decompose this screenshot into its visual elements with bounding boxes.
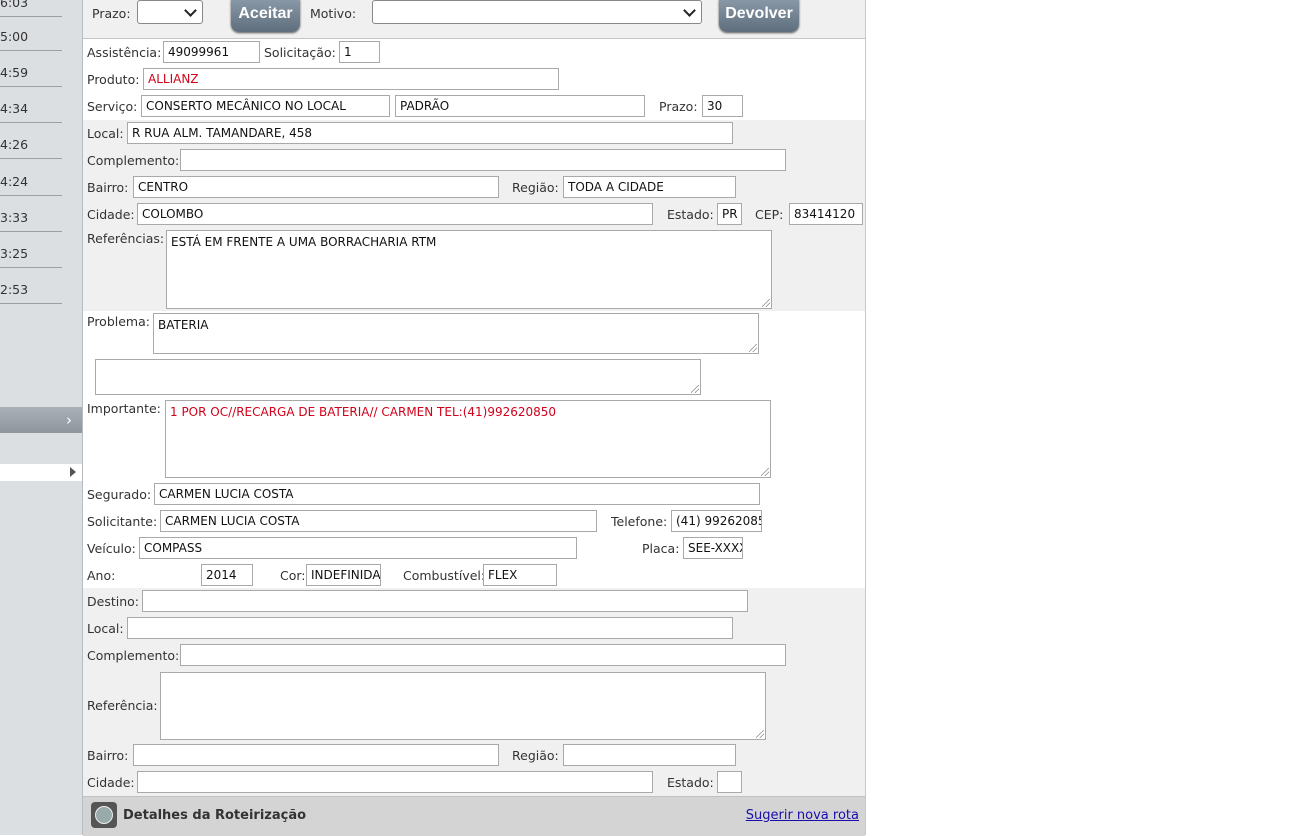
list-item[interactable]: 5:00 [0,24,62,51]
cor-label: Cor: [280,568,306,583]
referencias-text: ESTÁ EM FRENTE A UMA BORRACHARIA RTM [171,235,437,249]
assistencia-label: Assistência: [87,45,162,60]
destino-bairro-label: Bairro: [87,748,129,763]
servico-field[interactable]: CONSERTO MECÂNICO NO LOCAL [141,95,390,117]
estado-label: Estado: [667,207,714,222]
regiao-label: Região: [512,180,559,195]
accept-button[interactable]: Aceitar [231,0,300,32]
solicitacao-field[interactable]: 1 [339,41,380,63]
destino-referencia-textarea[interactable] [160,672,766,740]
referencias-label: Referências: [87,231,165,246]
destino-regiao-label: Região: [512,748,559,763]
resize-grip-icon[interactable] [761,468,769,476]
destino-label: Destino: [87,594,139,609]
prazo-label: Prazo: [92,6,131,21]
globe-icon [91,802,117,828]
list-item[interactable]: 4:26 [0,132,62,159]
destino-complemento-label: Complemento: [87,648,180,663]
destino-estado-field[interactable] [717,771,742,793]
destino-bairro-field[interactable] [133,744,499,766]
servico-type-field[interactable]: PADRÃO [395,95,645,117]
problema-label: Problema: [87,314,150,329]
complemento-field[interactable] [180,149,786,171]
chevron-down-icon [184,4,197,17]
chevron-down-icon [683,4,696,17]
veiculo-label: Veículo: [87,541,136,556]
list-item[interactable]: 4:59 [0,60,62,87]
cep-field[interactable]: 83414120 [789,203,863,225]
referencias-textarea[interactable]: ESTÁ EM FRENTE A UMA BORRACHARIA RTM [166,230,772,309]
placa-field[interactable]: SEE-XXXX [683,537,743,559]
resize-grip-icon[interactable] [762,299,770,307]
placa-label: Placa: [642,541,680,556]
combustivel-field[interactable]: FLEX [483,564,557,586]
return-button[interactable]: Devolver [719,0,799,32]
prazo-select[interactable] [137,0,203,24]
destino-regiao-field[interactable] [563,744,736,766]
destino-complemento-field[interactable] [180,644,786,666]
ano-field[interactable]: 2014 [201,564,253,586]
solicitante-label: Solicitante: [87,514,158,529]
routing-details-title: Detalhes da Roteirização [123,808,307,823]
prazo-field[interactable]: 30 [702,95,743,117]
prazo-field-label: Prazo: [659,99,698,114]
importante-text: 1 POR OC//RECARGA DE BATERIA// CARMEN TE… [170,405,557,419]
solicitacao-label: Solicitação: [264,45,336,60]
destino-estado-label: Estado: [667,775,714,790]
local-field[interactable]: R RUA ALM. TAMANDARE, 458 [127,122,733,144]
sidebar-expand-row[interactable] [0,464,82,481]
combustivel-label: Combustível: [403,568,486,583]
complemento-label: Complemento: [87,153,180,168]
destino-local-label: Local: [87,621,124,636]
local-label: Local: [87,126,124,141]
servico-label: Serviço: [87,99,138,114]
regiao-field[interactable]: TODA A CIDADE [563,176,736,198]
list-item[interactable]: 4:24 [0,169,62,196]
suggest-route-link[interactable]: Sugerir nova rota [746,808,859,823]
destino-referencia-label: Referência: [87,698,158,713]
list-item[interactable]: 2:53 [0,277,62,304]
list-item[interactable]: 6:03 [0,0,62,17]
bairro-label: Bairro: [87,180,129,195]
segurado-field[interactable]: CARMEN LUCIA COSTA [154,483,760,505]
list-item[interactable]: 4:34 [0,96,62,123]
produto-label: Produto: [87,72,140,87]
destino-local-field[interactable] [127,617,733,639]
segurado-label: Segurado: [87,487,152,502]
bairro-field[interactable]: CENTRO [133,176,499,198]
cor-field[interactable]: INDEFINIDA [306,564,381,586]
destino-cidade-label: Cidade: [87,775,135,790]
destino-field[interactable] [142,590,748,612]
cidade-label: Cidade: [87,207,135,222]
importante-textarea[interactable]: 1 POR OC//RECARGA DE BATERIA// CARMEN TE… [165,400,771,478]
resize-grip-icon[interactable] [691,385,699,393]
cidade-field[interactable]: COLOMBO [137,203,653,225]
estado-field[interactable]: PR [717,203,742,225]
chevron-right-icon[interactable]: › [66,411,72,429]
list-item[interactable]: 3:25 [0,241,62,268]
problema-textarea[interactable]: BATERIA [153,313,759,354]
destino-cidade-field[interactable] [137,771,653,793]
sidebar-collapse-bar[interactable]: › [0,407,82,433]
resize-grip-icon[interactable] [756,730,764,738]
ano-label: Ano: [87,568,116,583]
resize-grip-icon[interactable] [749,344,757,352]
motivo-select[interactable] [372,0,702,24]
cep-label: CEP: [755,207,784,222]
produto-field[interactable]: ALLIANZ [143,68,559,90]
veiculo-field[interactable]: COMPASS [139,537,577,559]
motivo-label: Motivo: [310,6,357,21]
triangle-right-icon[interactable] [70,467,76,477]
problema-text: BATERIA [158,318,209,332]
assistencia-field[interactable]: 49099961 [163,41,260,63]
problema-details-textarea[interactable] [95,359,701,395]
telefone-label: Telefone: [611,514,668,529]
importante-label: Importante: [87,401,161,416]
telefone-field[interactable]: (41) 992620850 [671,510,762,532]
solicitante-field[interactable]: CARMEN LUCIA COSTA [160,510,597,532]
list-item[interactable]: 3:33 [0,205,62,232]
routing-details-bar: Detalhes da Roteirização Sugerir nova ro… [83,796,865,836]
